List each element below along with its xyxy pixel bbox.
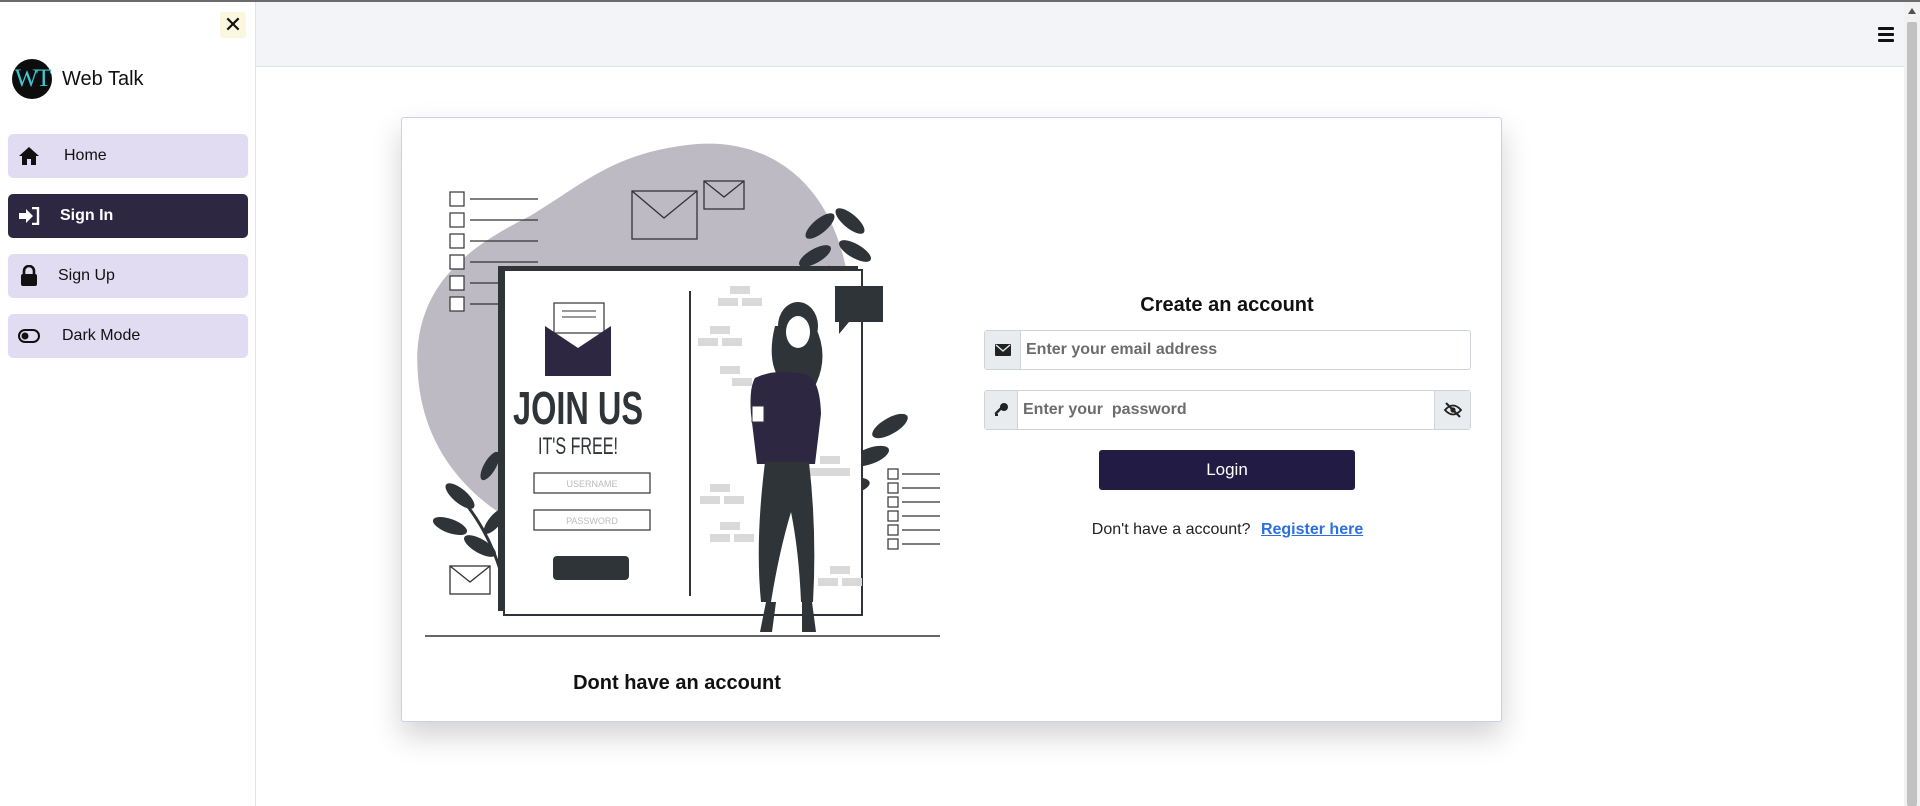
lock-icon — [18, 265, 40, 287]
illustration-username-field: USERNAME — [566, 479, 617, 489]
illustration-password-field: PASSWORD — [566, 516, 618, 526]
form-title: Create an account — [1140, 294, 1314, 316]
vertical-scrollbar[interactable] — [1904, 2, 1920, 806]
sidebar: ✕ WT Web Talk Home Sign In Sign Up Dark … — [0, 2, 256, 806]
sidebar-item-label: Sign In — [60, 207, 114, 224]
sidebar-item-sign-in[interactable]: Sign In — [8, 194, 248, 238]
sidebar-item-home[interactable]: Home — [8, 134, 248, 178]
brand-logo: WT — [12, 59, 52, 99]
close-icon: ✕ — [223, 12, 243, 37]
toggle-icon — [18, 325, 40, 347]
register-prompt-line: Don't have a account? Register here — [984, 521, 1471, 539]
illustration-heading: JOIN US — [513, 382, 643, 434]
join-us-illustration: JOIN US IT'S FREE! USERNAME PASSWORD — [417, 143, 940, 637]
window-top-border — [0, 0, 1920, 2]
login-card: JOIN US IT'S FREE! USERNAME PASSWORD Don… — [401, 117, 1502, 722]
register-prompt: Don't have a account? — [1091, 521, 1251, 538]
brand-name: Web Talk — [62, 67, 144, 90]
sidebar-item-label: Home — [64, 147, 107, 164]
scroll-up-arrow-icon[interactable] — [1908, 8, 1916, 14]
illustration-subheading: IT'S FREE! — [538, 433, 618, 460]
sidebar-item-dark-mode[interactable]: Dark Mode — [8, 314, 248, 358]
card-caption: Dont have an account — [573, 672, 781, 694]
eye-slash-icon[interactable] — [1434, 391, 1470, 429]
brand[interactable]: WT Web Talk — [12, 58, 144, 100]
login-button[interactable]: Login — [1099, 450, 1355, 490]
top-header — [256, 2, 1904, 67]
hamburger-menu-button[interactable] — [1870, 22, 1902, 46]
home-icon — [18, 145, 40, 167]
key-icon — [985, 391, 1018, 429]
email-input[interactable] — [1021, 331, 1470, 369]
sidebar-item-label: Sign Up — [58, 267, 115, 284]
password-input[interactable] — [1018, 391, 1434, 429]
envelope-icon — [985, 331, 1021, 369]
sidebar-item-sign-up[interactable]: Sign Up — [8, 254, 248, 298]
password-field[interactable] — [984, 390, 1471, 430]
close-sidebar-button[interactable]: ✕ — [220, 12, 246, 38]
scroll-thumb[interactable] — [1907, 22, 1917, 806]
sign-in-icon — [18, 205, 40, 227]
hamburger-icon — [1878, 26, 1894, 30]
email-field[interactable] — [984, 330, 1471, 370]
register-link[interactable]: Register here — [1261, 521, 1363, 538]
sidebar-item-label: Dark Mode — [62, 327, 141, 344]
